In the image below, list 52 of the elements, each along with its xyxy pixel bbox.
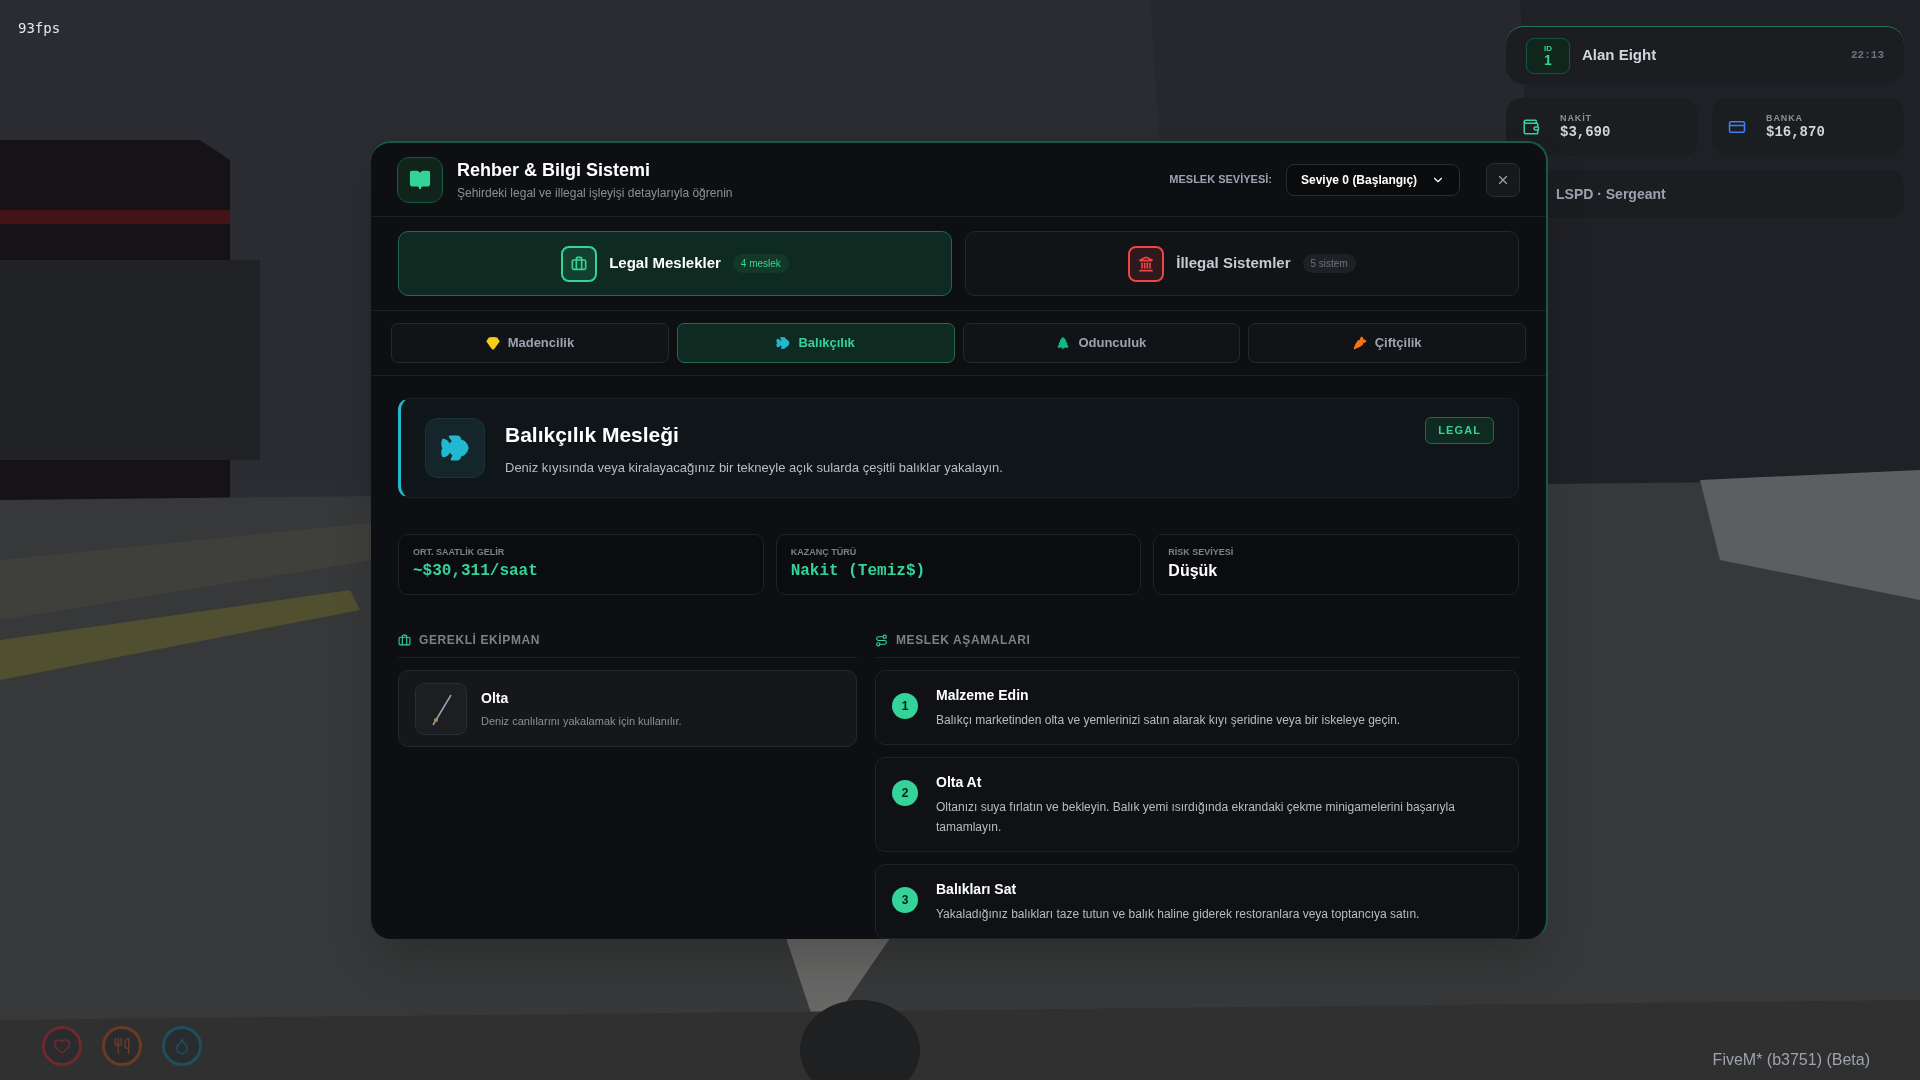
category-tab[interactable]: Legal Meslekler 4 meslek: [398, 231, 952, 296]
stat-label: KAZANÇ TÜRÜ: [790, 545, 858, 559]
legal-tag: LEGAL: [1425, 417, 1494, 444]
section-heading: GEREKLİ EKİPMAN: [419, 632, 540, 649]
job-tab[interactable]: Madencilik: [391, 323, 669, 363]
route-icon: [875, 633, 888, 647]
step-title: Balıkları Sat: [936, 880, 1018, 899]
step-description: Balıkçı marketinden olta ve yemlerinizi satın alarak kıyı şeridine veya bir iskeleye geçin.: [936, 712, 1401, 729]
count-badge: 4 meslek: [732, 254, 789, 273]
stat-label: RİSK SEVİYESİ: [1168, 545, 1235, 559]
job-title: Balıkçılık Mesleği: [505, 421, 680, 448]
fps-counter: 93fps: [18, 19, 61, 38]
step-title: Olta At: [936, 773, 983, 792]
step-number: 3: [892, 887, 918, 913]
close-button[interactable]: [1486, 162, 1520, 197]
step-description: Yakaladığınız balıkları taze tutun ve balık haline giderek restoranlara veya toptancıya satın.: [936, 906, 1420, 923]
equipment-name: Olta: [481, 688, 510, 708]
job-description: Deniz kıyısında veya kiralayacağınız bir tekneyle açık sularda çeşitli balıklar yakalayın.: [505, 459, 1003, 477]
bank-label: BANKA: [1766, 112, 1804, 124]
book-icon: [397, 156, 443, 203]
fish-icon: [425, 418, 485, 478]
stat-value: ~$30,311/saat: [413, 561, 539, 583]
stat-label: ORT. SAATLİK GELİR: [413, 545, 506, 559]
window-subtitle: Şehirdeki legal ve illegal işleyişi detaylarıyla öğrenin: [457, 185, 733, 202]
clock-time: 22:13: [1851, 48, 1884, 64]
credit-card-icon: [1728, 118, 1746, 136]
job-tab[interactable]: Balıkçılık: [676, 323, 955, 363]
category-tab[interactable]: İllegal Sistemler 5 sistem: [965, 231, 1519, 296]
equipment-description: Deniz canlılarını yakalamak için kullanılır.: [481, 713, 682, 729]
job-tab[interactable]: Odunculuk: [962, 323, 1241, 363]
level-dropdown[interactable]: Seviye 0 (Başlangıç): [1286, 163, 1460, 196]
wallet-icon: [1522, 118, 1540, 136]
section-heading: MESLEK AŞAMALARI: [896, 632, 1031, 649]
fishing-rod-icon: [415, 682, 467, 735]
id-number: 1: [1544, 52, 1552, 67]
cash-label: NAKİT: [1560, 112, 1593, 124]
cash-amount: $3,690: [1560, 123, 1611, 142]
player-name: Alan Eight: [1582, 45, 1657, 66]
job-tab[interactable]: Çiftçilik: [1248, 323, 1526, 363]
stat-value: Düşük: [1168, 561, 1219, 582]
stat-value: Nakit (Temiz$): [790, 561, 927, 583]
id-label: ID: [1544, 44, 1552, 53]
step-description: Oltanızı suya fırlatın ve bekleyin. Balık yemi ısırdığında ekrandaki çekme minigamelerini başarıyla tamamlayın.: [936, 799, 1456, 836]
step-title: Malzeme Edin: [936, 686, 1030, 705]
version-label: FiveM* (b3751) (Beta): [1712, 1050, 1870, 1070]
count-badge: 5 sistem: [1302, 254, 1356, 273]
job-title: LSPD · Sergeant: [1556, 184, 1666, 204]
window-title: Rehber & Bilgi Sistemi: [457, 159, 652, 182]
bank-amount: $16,870: [1766, 123, 1825, 142]
step-number: 1: [892, 693, 918, 719]
level-label: MESLEK SEVİYESİ:: [1169, 172, 1272, 188]
step-number: 2: [892, 780, 918, 806]
